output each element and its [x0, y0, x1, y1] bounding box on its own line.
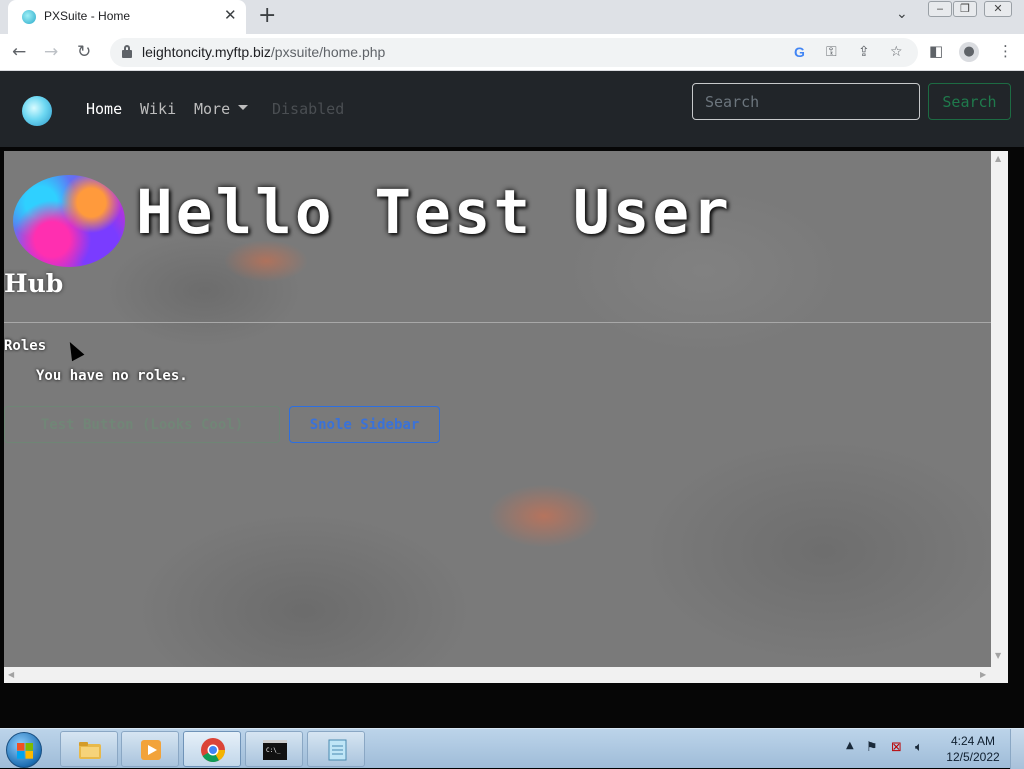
caret-down-icon	[238, 105, 249, 110]
notepad-icon	[328, 739, 347, 761]
roles-empty-message: You have no roles.	[36, 368, 188, 384]
window-close-icon[interactable]: ✕	[984, 1, 1012, 17]
system-clock[interactable]: 4:24 AM 12/5/2022	[944, 733, 1002, 765]
tab-title: PXSuite - Home	[44, 9, 131, 23]
taskbar-media-player[interactable]	[121, 731, 179, 767]
url-host: leightoncity.myftp.biz	[142, 44, 271, 60]
section-title: Hub	[4, 269, 64, 298]
nav-wiki[interactable]: Wiki	[140, 100, 176, 118]
svg-text:C:\_: C:\_	[266, 747, 281, 754]
search-button[interactable]: Search	[928, 83, 1011, 120]
snole-sidebar-button[interactable]: Snole Sidebar	[289, 406, 440, 443]
minimize-icon[interactable]: ‒	[928, 1, 952, 17]
folder-icon	[79, 742, 101, 759]
address-bar[interactable]: leightoncity.myftp.biz/pxsuite/home.php …	[110, 38, 918, 67]
url-text: leightoncity.myftp.biz/pxsuite/home.php	[142, 44, 385, 60]
taskbar-command-prompt[interactable]: C:\_	[245, 731, 303, 767]
start-button[interactable]	[6, 732, 42, 768]
nav-home[interactable]: Home	[86, 100, 122, 118]
tab-strip: PXSuite - Home ✕ + ⌄ ‒ ❐ ✕	[0, 0, 1024, 34]
clock-time: 4:24 AM	[950, 734, 996, 748]
browser-tab[interactable]: PXSuite - Home ✕	[8, 0, 246, 34]
bookmark-star-icon[interactable]: ☆	[890, 44, 903, 60]
nav-disabled: Disabled	[272, 100, 345, 118]
restore-icon[interactable]: ❐	[953, 1, 977, 17]
share-icon[interactable]: ⇪	[858, 44, 870, 60]
tab-favicon-icon	[22, 10, 36, 24]
horizontal-scrollbar[interactable]: ◀ ▶	[4, 667, 1008, 683]
site-navbar: Home Wiki More Disabled Search	[0, 71, 1024, 147]
lock-icon[interactable]	[122, 45, 132, 58]
forward-icon[interactable]: →	[44, 42, 58, 62]
tab-close-icon[interactable]: ✕	[224, 6, 237, 24]
menu-kebab-icon[interactable]: ⋮	[998, 42, 1013, 60]
new-tab-button[interactable]: +	[258, 3, 276, 28]
profile-avatar-icon[interactable]: ●	[959, 42, 979, 62]
google-translate-icon[interactable]: G	[794, 44, 805, 60]
clock-date: 12/5/2022	[946, 750, 1000, 764]
windows-logo-icon	[17, 743, 33, 759]
test-button[interactable]: Test Button (Looks Cool)	[4, 406, 280, 443]
browser-toolbar: ← → ↻ leightoncity.myftp.biz/pxsuite/hom…	[0, 34, 1024, 71]
media-player-icon	[141, 740, 161, 760]
volume-icon[interactable]: 🔈︎	[915, 740, 923, 755]
tab-search-chevron-icon[interactable]: ⌄	[896, 6, 908, 22]
roles-heading: Roles	[4, 338, 47, 354]
site-logo-icon[interactable]	[22, 96, 52, 126]
reload-icon[interactable]: ↻	[77, 42, 91, 62]
nav-more-label: More	[194, 100, 231, 118]
scroll-down-icon[interactable]: ▼	[995, 651, 1001, 660]
taskbar-chrome[interactable]	[183, 731, 241, 767]
side-panel-icon[interactable]: ◧	[929, 42, 943, 60]
scroll-right-icon[interactable]: ▶	[980, 670, 986, 679]
vertical-scrollbar[interactable]: ▲ ▼	[991, 151, 1008, 667]
terminal-icon: C:\_	[263, 740, 287, 760]
taskbar-file-explorer[interactable]	[60, 731, 118, 767]
show-desktop-button[interactable]	[1010, 729, 1024, 769]
web-page: Home Wiki More Disabled Search Hello Tes…	[0, 71, 1024, 728]
scroll-left-icon[interactable]: ◀	[8, 670, 14, 679]
windows-taskbar: C:\_ ▲ ⚑ ⊠ 🔈︎ 4:24 AM 12/5/2022	[0, 728, 1024, 769]
back-icon[interactable]: ←	[12, 42, 26, 62]
action-center-icon[interactable]: ⚑	[866, 740, 878, 755]
divider	[4, 322, 991, 323]
taskbar-notepad[interactable]	[307, 731, 365, 767]
chrome-icon	[201, 738, 225, 763]
search-input[interactable]	[692, 83, 920, 120]
user-avatar	[13, 175, 125, 267]
show-hidden-icons-icon[interactable]: ▲	[846, 740, 854, 751]
nav-more-dropdown[interactable]: More	[194, 100, 249, 118]
url-path: /pxsuite/home.php	[270, 44, 386, 60]
content-area: Hello Test User Hub Roles You have no ro…	[4, 151, 1008, 683]
scroll-up-icon[interactable]: ▲	[995, 154, 1001, 163]
password-key-icon[interactable]: ⚿	[826, 44, 837, 60]
network-icon[interactable]: ⊠	[891, 740, 902, 755]
greeting-heading: Hello Test User	[136, 177, 732, 248]
